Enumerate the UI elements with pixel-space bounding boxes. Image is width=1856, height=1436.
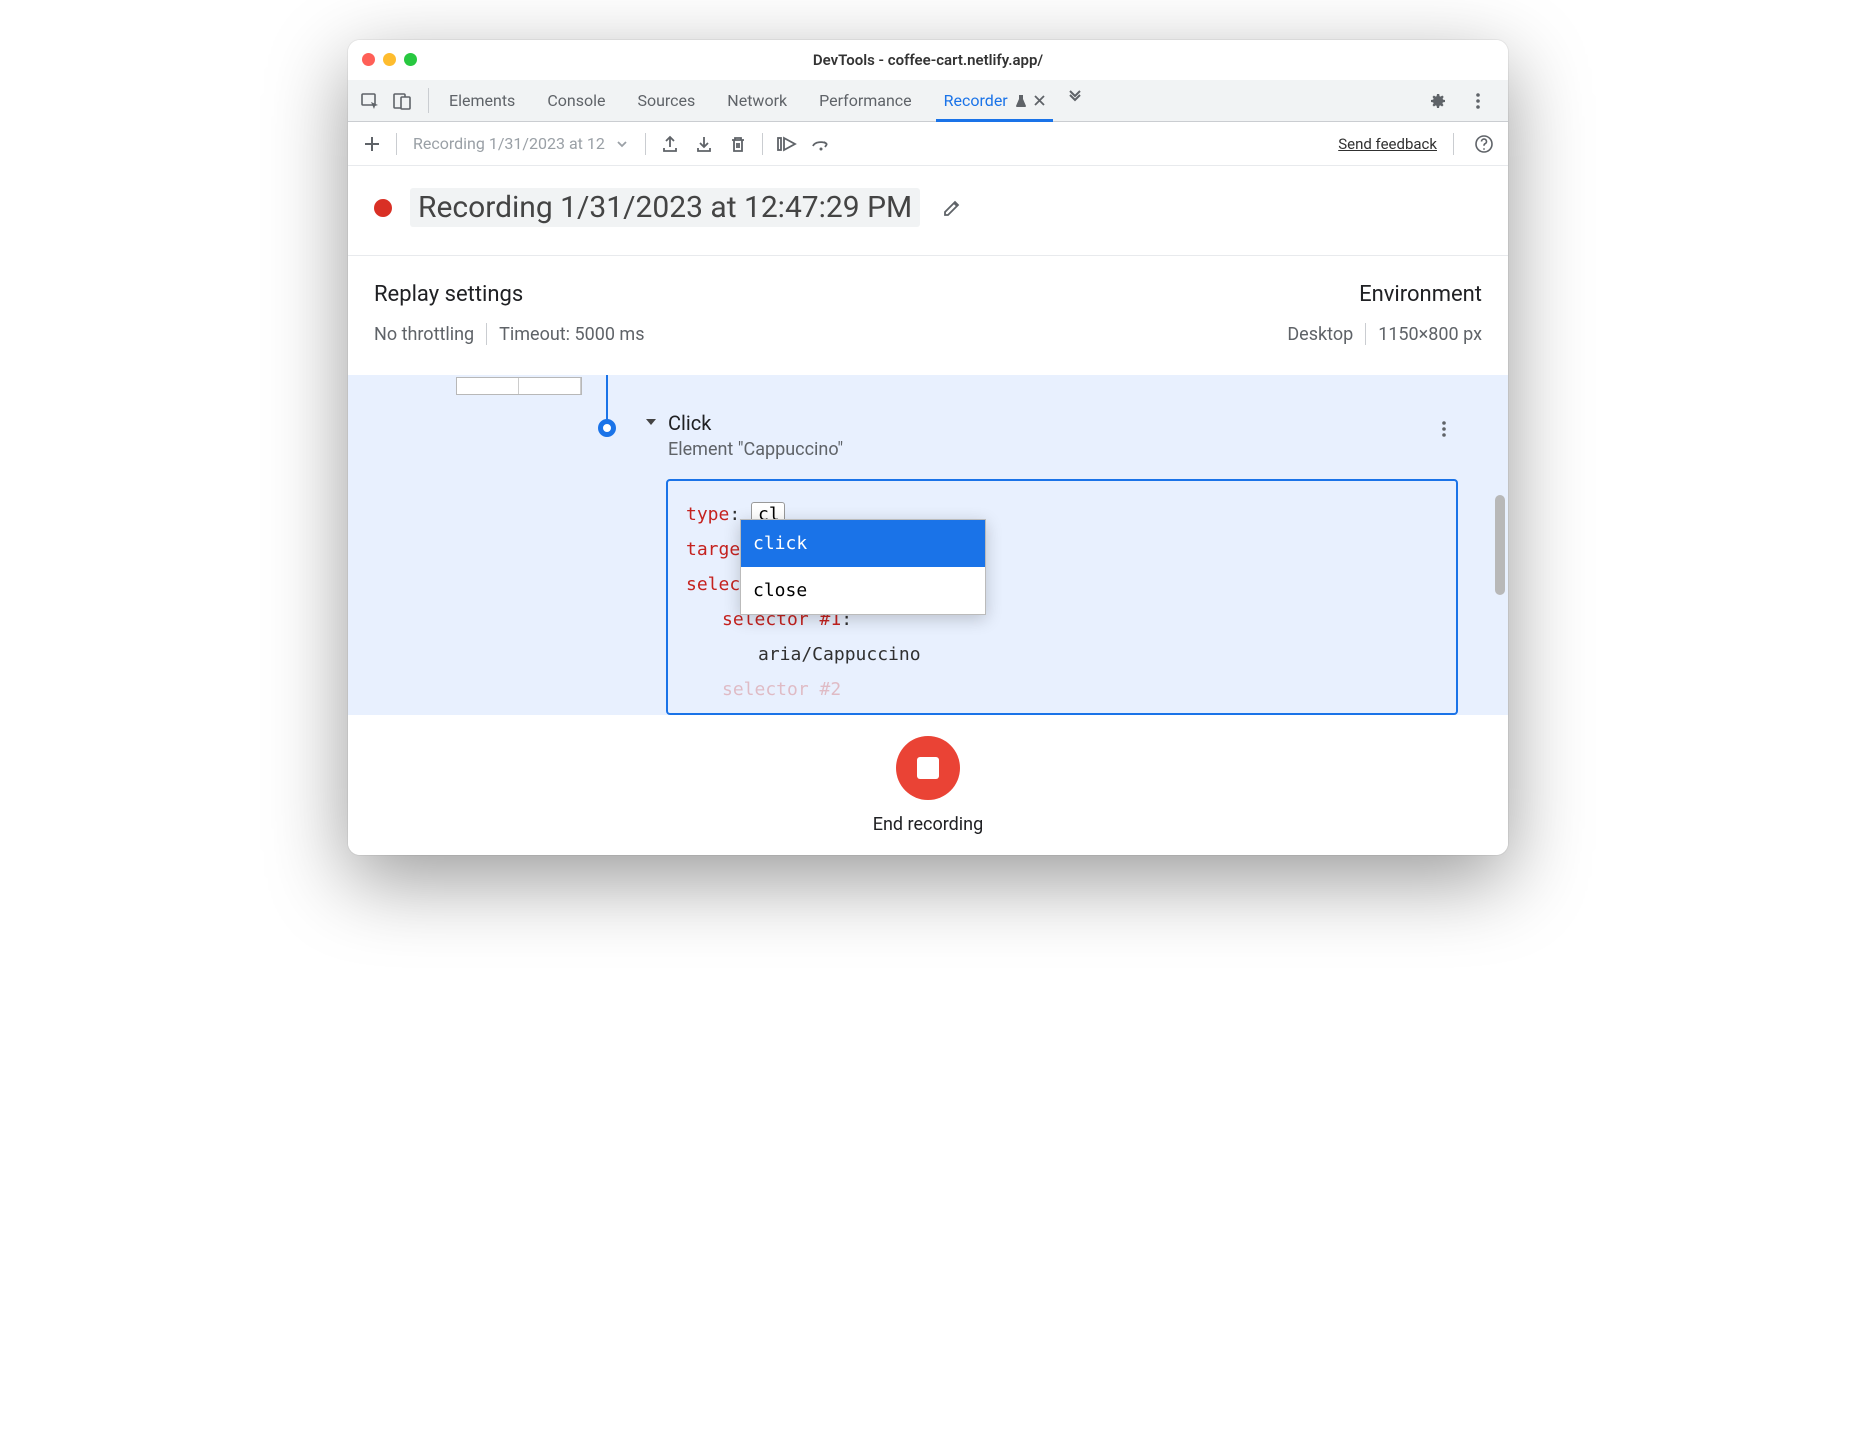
end-recording-button[interactable] [896, 736, 960, 800]
step-header[interactable]: Click Element "Cappuccino" [644, 411, 1448, 460]
tabs-list: Elements Console Sources Network Perform… [433, 80, 1089, 121]
recording-indicator-icon [374, 199, 392, 217]
devtools-tabbar: Elements Console Sources Network Perform… [348, 80, 1508, 122]
viewport-value[interactable]: 1150×800 px [1378, 324, 1482, 345]
inspect-element-icon[interactable] [356, 87, 384, 115]
devtools-window: DevTools - coffee-cart.netlify.app/ Elem… [348, 40, 1508, 855]
chevron-down-icon [615, 137, 629, 151]
settings-icon[interactable] [1424, 87, 1452, 115]
settings-row: Replay settings No throttling Timeout: 5… [348, 256, 1508, 355]
tab-recorder-label: Recorder [944, 91, 1008, 110]
minimize-window-button[interactable] [383, 53, 396, 66]
tab-performance[interactable]: Performance [803, 80, 928, 121]
recording-dropdown-label: Recording 1/31/2023 at 12 [413, 134, 605, 153]
export-icon[interactable] [656, 130, 684, 158]
selector2-label: selector #2 [686, 672, 1438, 707]
step-over-icon[interactable] [807, 130, 835, 158]
close-tab-icon[interactable] [1034, 95, 1045, 106]
timeout-value[interactable]: Timeout: 5000 ms [499, 324, 644, 345]
send-feedback-link[interactable]: Send feedback [1338, 135, 1437, 153]
step-subtitle: Element "Cappuccino" [668, 439, 843, 460]
step-title: Click [668, 411, 843, 435]
traffic-lights [348, 53, 417, 66]
step-code-editor[interactable]: type: target selectors selector #1: aria… [666, 479, 1458, 715]
tab-network[interactable]: Network [711, 80, 803, 121]
kebab-menu-icon[interactable] [1464, 87, 1492, 115]
flask-icon [1014, 94, 1028, 108]
delete-icon[interactable] [724, 130, 752, 158]
tab-elements[interactable]: Elements [433, 80, 531, 121]
environment-title: Environment [1359, 282, 1482, 307]
replay-icon[interactable] [773, 130, 801, 158]
end-recording-label: End recording [873, 814, 983, 835]
fullscreen-window-button[interactable] [404, 53, 417, 66]
help-icon[interactable] [1470, 130, 1498, 158]
steps-area: Click Element "Cappuccino" type: target … [348, 375, 1508, 715]
recording-header: Recording 1/31/2023 at 12:47:29 PM [348, 166, 1508, 256]
tab-console[interactable]: Console [531, 80, 621, 121]
device-toolbar-icon[interactable] [388, 87, 416, 115]
titlebar: DevTools - coffee-cart.netlify.app/ [348, 40, 1508, 80]
scrollbar[interactable] [1492, 375, 1508, 715]
device-value[interactable]: Desktop [1287, 324, 1353, 345]
recording-title[interactable]: Recording 1/31/2023 at 12:47:29 PM [410, 188, 920, 227]
selector1-value: aria/Cappuccino [758, 644, 921, 665]
window-title: DevTools - coffee-cart.netlify.app/ [348, 51, 1508, 69]
recording-dropdown[interactable]: Recording 1/31/2023 at 12 [407, 134, 635, 153]
throttling-value[interactable]: No throttling [374, 324, 474, 345]
code-type-key: type [686, 504, 729, 525]
replay-settings: Replay settings No throttling Timeout: 5… [374, 282, 645, 345]
autocomplete-popup: click close [740, 519, 986, 615]
stop-icon [917, 757, 939, 779]
add-recording-icon[interactable] [358, 130, 386, 158]
collapse-icon[interactable] [644, 415, 658, 429]
edit-title-icon[interactable] [938, 194, 966, 222]
autocomplete-item-click[interactable]: click [741, 520, 985, 567]
more-tabs-icon[interactable] [1061, 80, 1089, 108]
step-thumbnail [456, 377, 582, 395]
footer: End recording [348, 715, 1508, 855]
recorder-toolbar: Recording 1/31/2023 at 12 Send feedback [348, 122, 1508, 166]
import-icon[interactable] [690, 130, 718, 158]
autocomplete-item-close[interactable]: close [741, 567, 985, 614]
step-kebab-icon[interactable] [1430, 415, 1458, 443]
replay-settings-title: Replay settings [374, 282, 645, 307]
environment-settings: Environment Desktop 1150×800 px [1287, 282, 1482, 345]
timeline-dot [598, 419, 616, 437]
tab-recorder[interactable]: Recorder [928, 80, 1061, 121]
close-window-button[interactable] [362, 53, 375, 66]
scrollbar-thumb[interactable] [1495, 495, 1505, 595]
timeline-line [606, 375, 608, 425]
tab-sources[interactable]: Sources [621, 80, 711, 121]
